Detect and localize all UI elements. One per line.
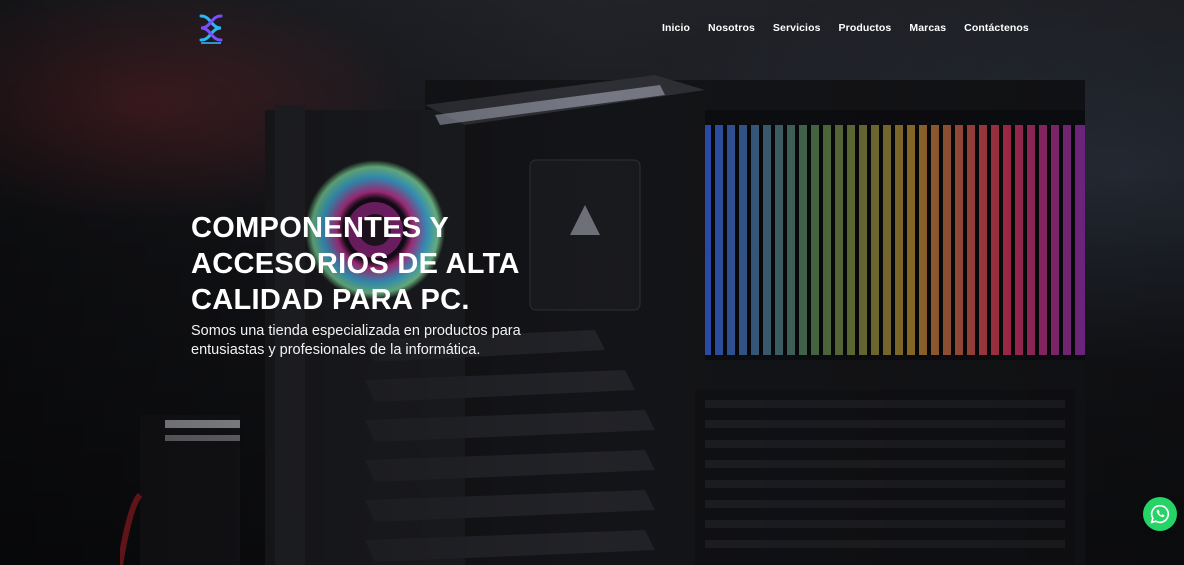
- dark-overlay: [0, 0, 1184, 565]
- nav-link-nosotros[interactable]: Nosotros: [708, 22, 755, 34]
- nav-links: Inicio Nosotros Servicios Productos Marc…: [662, 22, 1029, 34]
- nav-link-productos[interactable]: Productos: [839, 22, 892, 34]
- whatsapp-button[interactable]: [1143, 497, 1177, 531]
- nav-link-marcas[interactable]: Marcas: [909, 22, 946, 34]
- hero-title: COMPONENTES Y ACCESORIOS DE ALTA CALIDAD…: [191, 210, 551, 318]
- hero-title-line: COMPONENTES Y: [191, 212, 449, 244]
- top-navbar: Inicio Nosotros Servicios Productos Marc…: [0, 0, 1184, 60]
- hero-title-line: ACCESORIOS DE ALTA: [191, 248, 520, 280]
- hero-section: [0, 0, 1184, 565]
- hero-subtitle: Somos una tienda especializada en produc…: [191, 322, 571, 360]
- nav-link-contactenos[interactable]: Contáctenos: [964, 22, 1029, 34]
- whatsapp-icon: [1150, 504, 1170, 524]
- nav-link-servicios[interactable]: Servicios: [773, 22, 821, 34]
- nav-link-inicio[interactable]: Inicio: [662, 22, 690, 34]
- hero-subtitle-line: entusiastas y profesionales de la inform…: [191, 342, 481, 358]
- hero-title-line: CALIDAD PARA PC.: [191, 284, 470, 316]
- cross-loop-logo-icon[interactable]: [195, 12, 227, 46]
- hero-subtitle-line: Somos una tienda especializada en produc…: [191, 323, 521, 339]
